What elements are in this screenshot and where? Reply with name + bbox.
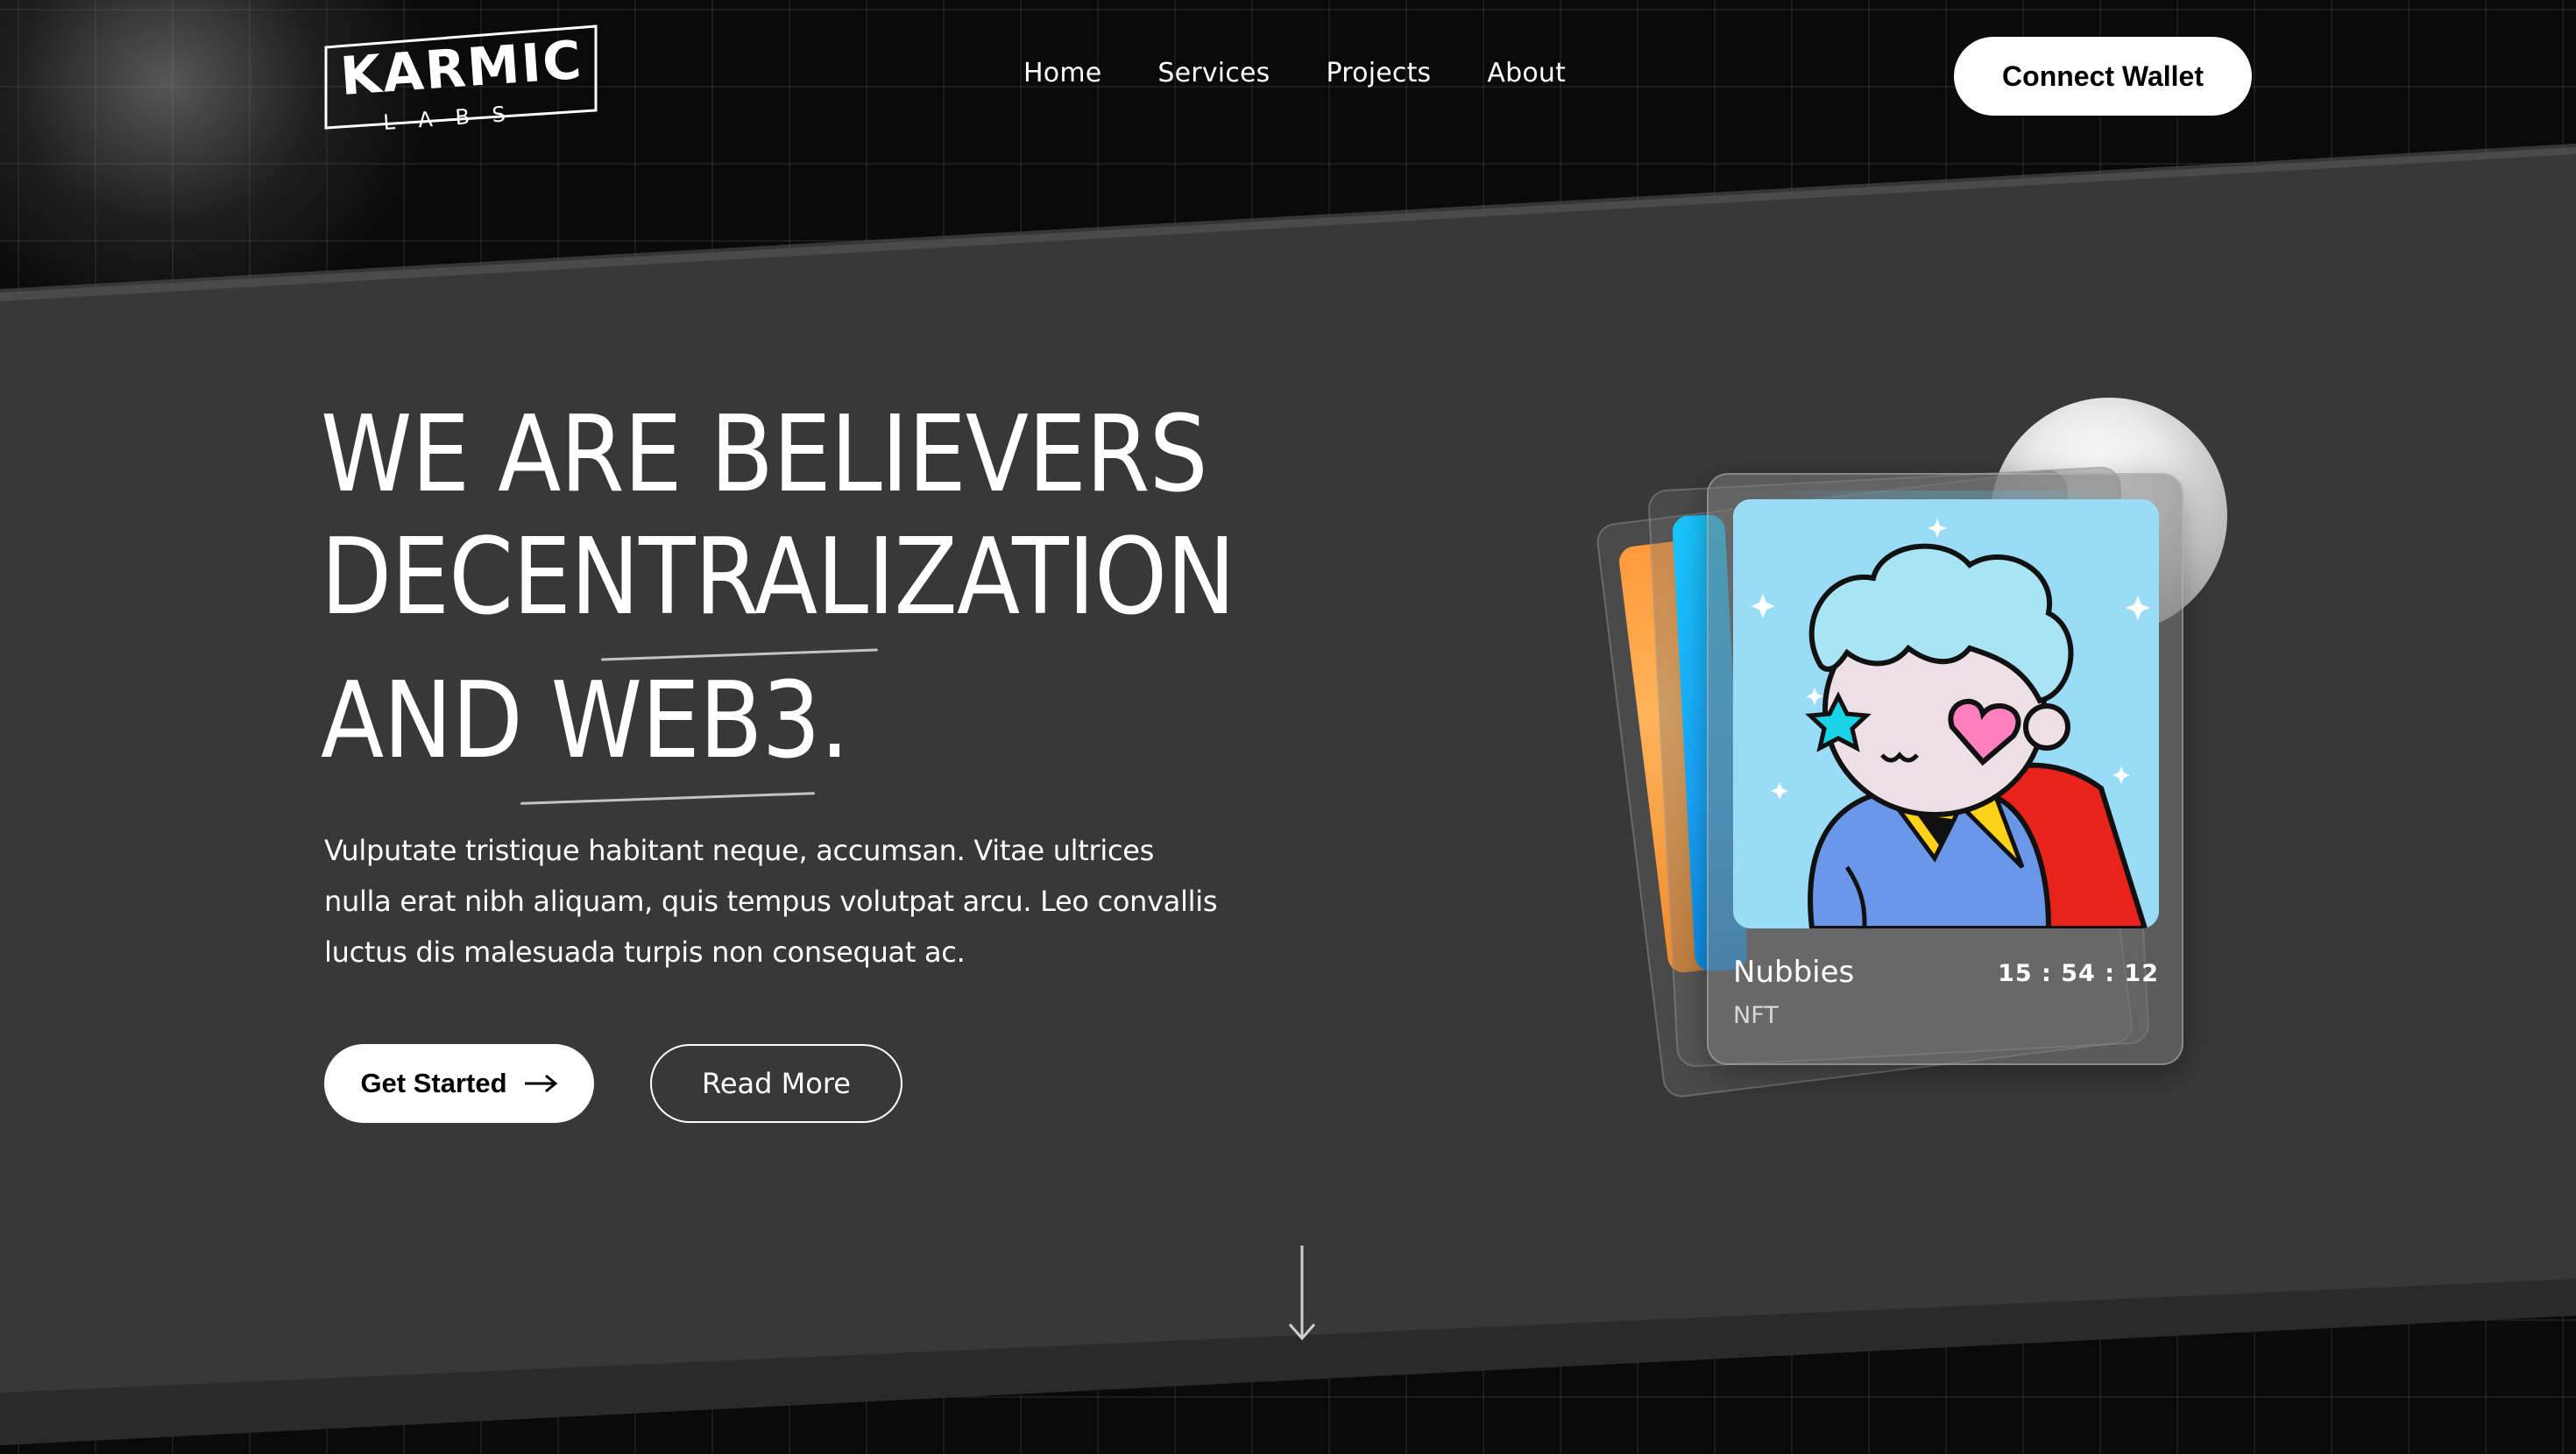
nft-name: Nubbies bbox=[1733, 955, 1855, 990]
headline-line-1: WE ARE BELIEVERS bbox=[321, 394, 1208, 516]
nft-countdown-timer: 15 : 54 : 12 bbox=[1998, 960, 2159, 987]
headline-line-2: DECENTRALIZATION bbox=[321, 517, 1235, 639]
hero-headline: WE ARE BELIEVERS DECENTRALIZATION AND WE… bbox=[321, 394, 1235, 783]
arrow-down-icon[interactable] bbox=[1286, 1244, 1318, 1342]
nav-item-about[interactable]: About bbox=[1487, 58, 1566, 88]
read-more-button[interactable]: Read More bbox=[650, 1044, 902, 1123]
nft-type: NFT bbox=[1733, 1002, 1779, 1029]
page: KARMIC LABS Home Services Projects About… bbox=[0, 0, 2576, 1454]
logo-name: KARMIC bbox=[338, 30, 584, 108]
get-started-label: Get Started bbox=[360, 1068, 507, 1098]
main-nav: Home Services Projects About bbox=[1023, 58, 1566, 88]
nubbies-character-image bbox=[1733, 499, 2159, 928]
nav-item-home[interactable]: Home bbox=[1023, 58, 1101, 88]
get-started-button[interactable]: Get Started bbox=[324, 1044, 594, 1123]
nav-item-services[interactable]: Services bbox=[1157, 58, 1270, 88]
arrow-right-icon bbox=[524, 1074, 557, 1093]
nft-artwork bbox=[1733, 499, 2159, 928]
nav-item-projects[interactable]: Projects bbox=[1327, 58, 1432, 88]
connect-wallet-button[interactable]: Connect Wallet bbox=[1954, 37, 2252, 116]
karmic-labs-logo[interactable]: KARMIC LABS bbox=[322, 25, 599, 138]
logo-sub: LABS bbox=[382, 101, 528, 135]
hero-description: Vulputate tristique habitant neque, accu… bbox=[324, 834, 1218, 969]
headline-line-3: AND WEB3. bbox=[321, 660, 849, 782]
